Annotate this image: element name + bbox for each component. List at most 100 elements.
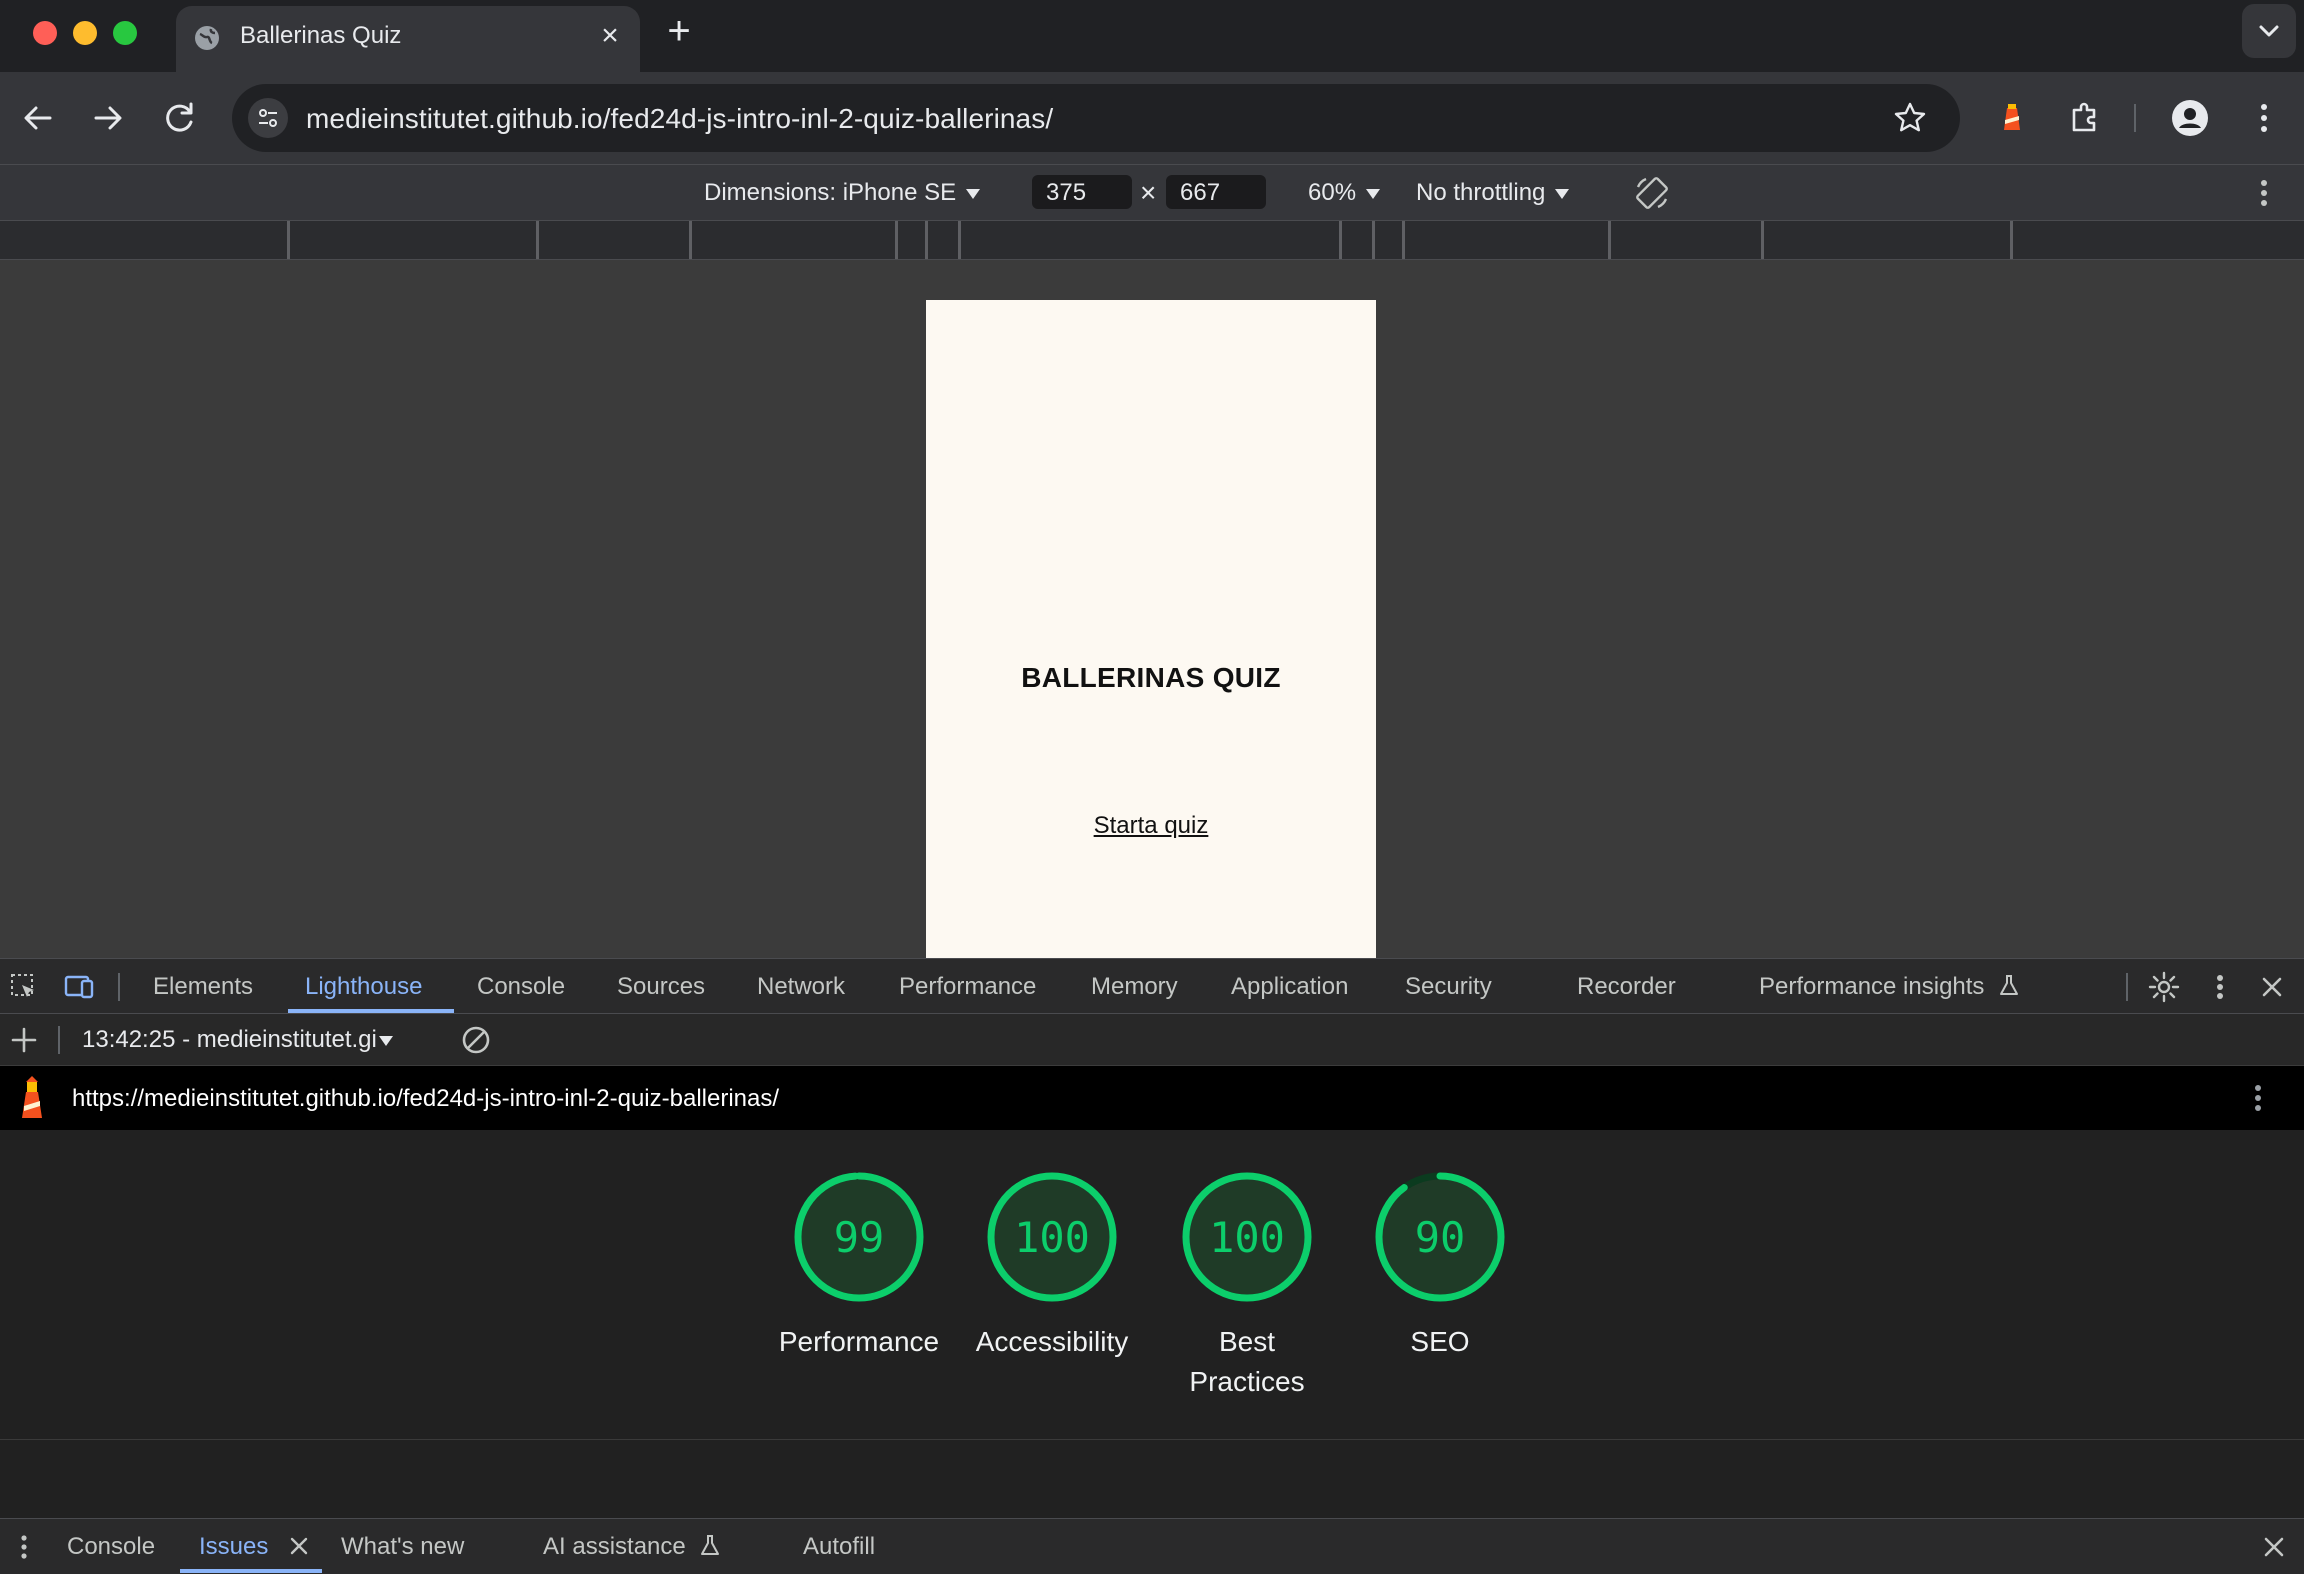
back-arrow-icon[interactable]: [14, 94, 62, 142]
score-gauge-seo[interactable]: 90 SEO: [1350, 1170, 1530, 1362]
start-quiz-link[interactable]: Starta quiz: [926, 812, 1376, 840]
device-toolbar-more-icon[interactable]: [2248, 173, 2280, 213]
browser-tab[interactable]: Ballerinas Quiz ×: [176, 6, 640, 72]
extensions-puzzle-icon[interactable]: [2060, 94, 2108, 142]
score-gauge-performance[interactable]: 99 Performance: [769, 1170, 949, 1362]
tab-security[interactable]: Security: [1405, 973, 1492, 1001]
tab-close-icon[interactable]: ×: [594, 20, 626, 52]
report-url[interactable]: https://medieinstitutet.github.io/fed24d…: [72, 1085, 779, 1113]
settings-gear-icon[interactable]: [2146, 969, 2182, 1005]
close-window-button[interactable]: [33, 21, 57, 45]
tab-application[interactable]: Application: [1231, 973, 1348, 1001]
gauge-ring: 100: [1182, 1172, 1312, 1302]
gauge-ring: 99: [794, 1172, 924, 1302]
drawer-tab-ai-assistance-label: AI assistance: [543, 1533, 686, 1560]
drawer-tab-ai-assistance[interactable]: AI assistance: [543, 1533, 722, 1561]
media-query-marker[interactable]: [1339, 221, 1342, 259]
browser-tab-strip: Ballerinas Quiz × +: [0, 0, 2304, 72]
tab-performance[interactable]: Performance: [899, 973, 1036, 1001]
device-toggle-icon[interactable]: [62, 971, 98, 1003]
close-devtools-icon[interactable]: [2254, 969, 2290, 1005]
media-query-marker[interactable]: [958, 221, 961, 259]
profile-avatar-icon[interactable]: [2166, 94, 2214, 142]
tab-recorder[interactable]: Recorder: [1577, 973, 1676, 1001]
report-url-bar: https://medieinstitutet.github.io/fed24d…: [0, 1066, 2304, 1130]
media-query-marker[interactable]: [287, 221, 290, 259]
experimental-flask-icon: [2000, 975, 2019, 995]
tune-icon: [259, 109, 277, 127]
close-issues-tab-icon[interactable]: [286, 1533, 312, 1559]
tab-elements[interactable]: Elements: [153, 973, 253, 1001]
address-bar[interactable]: medieinstitutet.github.io/fed24d-js-intr…: [232, 84, 1960, 152]
media-query-marker[interactable]: [1372, 221, 1375, 259]
score-label: Best Practices: [1189, 1326, 1305, 1397]
toolbar-divider: [2126, 973, 2128, 1001]
device-height-input[interactable]: 667: [1166, 175, 1266, 209]
tab-sources[interactable]: Sources: [617, 973, 705, 1001]
media-query-marker[interactable]: [1761, 221, 1764, 259]
chrome-menu-icon[interactable]: [2240, 94, 2288, 142]
reload-icon[interactable]: [156, 94, 204, 142]
gauge-ring: 100: [987, 1172, 1117, 1302]
device-width-input[interactable]: 375: [1032, 175, 1132, 209]
score-gauge-best-practices[interactable]: 100 Best Practices: [1157, 1170, 1337, 1402]
media-query-marker[interactable]: [689, 221, 692, 259]
drawer-tab-whats-new[interactable]: What's new: [341, 1533, 464, 1561]
lighthouse-logo-icon: [22, 1076, 42, 1118]
tab-search-button[interactable]: [2242, 4, 2296, 58]
media-query-ruler: [0, 220, 2304, 260]
tab-network[interactable]: Network: [757, 973, 845, 1001]
media-query-marker[interactable]: [536, 221, 539, 259]
drawer-tab-autofill[interactable]: Autofill: [803, 1533, 875, 1561]
dropdown-caret-icon: [966, 188, 981, 199]
media-query-marker[interactable]: [1608, 221, 1611, 259]
inspect-element-icon[interactable]: [8, 971, 40, 1003]
quiz-title: BALLERINAS QUIZ: [1021, 662, 1281, 693]
clear-reports-icon[interactable]: [458, 1022, 494, 1058]
media-query-marker[interactable]: [2010, 221, 2013, 259]
new-report-plus-icon[interactable]: [8, 1024, 40, 1056]
score-value: 99: [834, 1213, 885, 1262]
media-query-marker[interactable]: [925, 221, 928, 259]
drawer-tab-console[interactable]: Console: [67, 1533, 155, 1561]
chevron-down-icon: [2259, 25, 2279, 37]
media-query-marker[interactable]: [895, 221, 898, 259]
report-menu-icon[interactable]: [2242, 1080, 2274, 1116]
site-info-button[interactable]: [248, 98, 288, 138]
score-label: SEO: [1410, 1326, 1470, 1357]
drawer-tab-issues[interactable]: Issues: [199, 1533, 268, 1561]
score-gauge-accessibility[interactable]: 100 Accessibility: [962, 1170, 1142, 1362]
browser-toolbar: medieinstitutet.github.io/fed24d-js-intr…: [0, 72, 2304, 164]
toolbar-divider: [2134, 104, 2136, 132]
devtools-tab-bar: Elements Lighthouse Console Sources Netw…: [0, 958, 2304, 1014]
tab-title: Ballerinas Quiz: [240, 22, 402, 49]
media-query-marker[interactable]: [1402, 221, 1405, 259]
tab-lighthouse[interactable]: Lighthouse: [305, 973, 422, 1001]
device-toolbar: Dimensions: iPhone SE 375 × 667 60% No t…: [0, 164, 2304, 220]
tab-console[interactable]: Console: [477, 973, 565, 1001]
maximize-window-button[interactable]: [113, 21, 137, 45]
lighthouse-toolbar: 13:42:25 - medieinstitutet.gi: [0, 1014, 2304, 1066]
score-value: 100: [1209, 1213, 1285, 1262]
active-drawer-tab-indicator: [180, 1569, 322, 1573]
score-label: Accessibility: [975, 1326, 1129, 1357]
rotate-device-icon[interactable]: [1632, 173, 1672, 213]
tab-performance-insights[interactable]: Performance insights: [1759, 973, 2021, 1001]
throttling-select[interactable]: No throttling: [1416, 179, 1570, 207]
new-tab-button[interactable]: +: [662, 11, 696, 51]
bookmark-star-icon[interactable]: [1890, 98, 1930, 138]
throttling-label: No throttling: [1416, 179, 1546, 206]
devtools-more-icon[interactable]: [2204, 969, 2236, 1005]
report-select[interactable]: 13:42:25 - medieinstitutet.gi: [82, 1026, 393, 1054]
tab-memory[interactable]: Memory: [1091, 973, 1178, 1001]
close-drawer-icon[interactable]: [2258, 1531, 2290, 1563]
toolbar-divider: [118, 973, 120, 1001]
score-value: 90: [1415, 1213, 1466, 1262]
lighthouse-extension-icon[interactable]: [1988, 94, 2036, 142]
forward-arrow-icon[interactable]: [84, 94, 132, 142]
drawer-menu-icon[interactable]: [8, 1531, 40, 1563]
dropdown-caret-icon: [1555, 188, 1570, 199]
device-dimensions-select[interactable]: Dimensions: iPhone SE: [704, 179, 981, 207]
zoom-select[interactable]: 60%: [1308, 179, 1381, 207]
minimize-window-button[interactable]: [73, 21, 97, 45]
